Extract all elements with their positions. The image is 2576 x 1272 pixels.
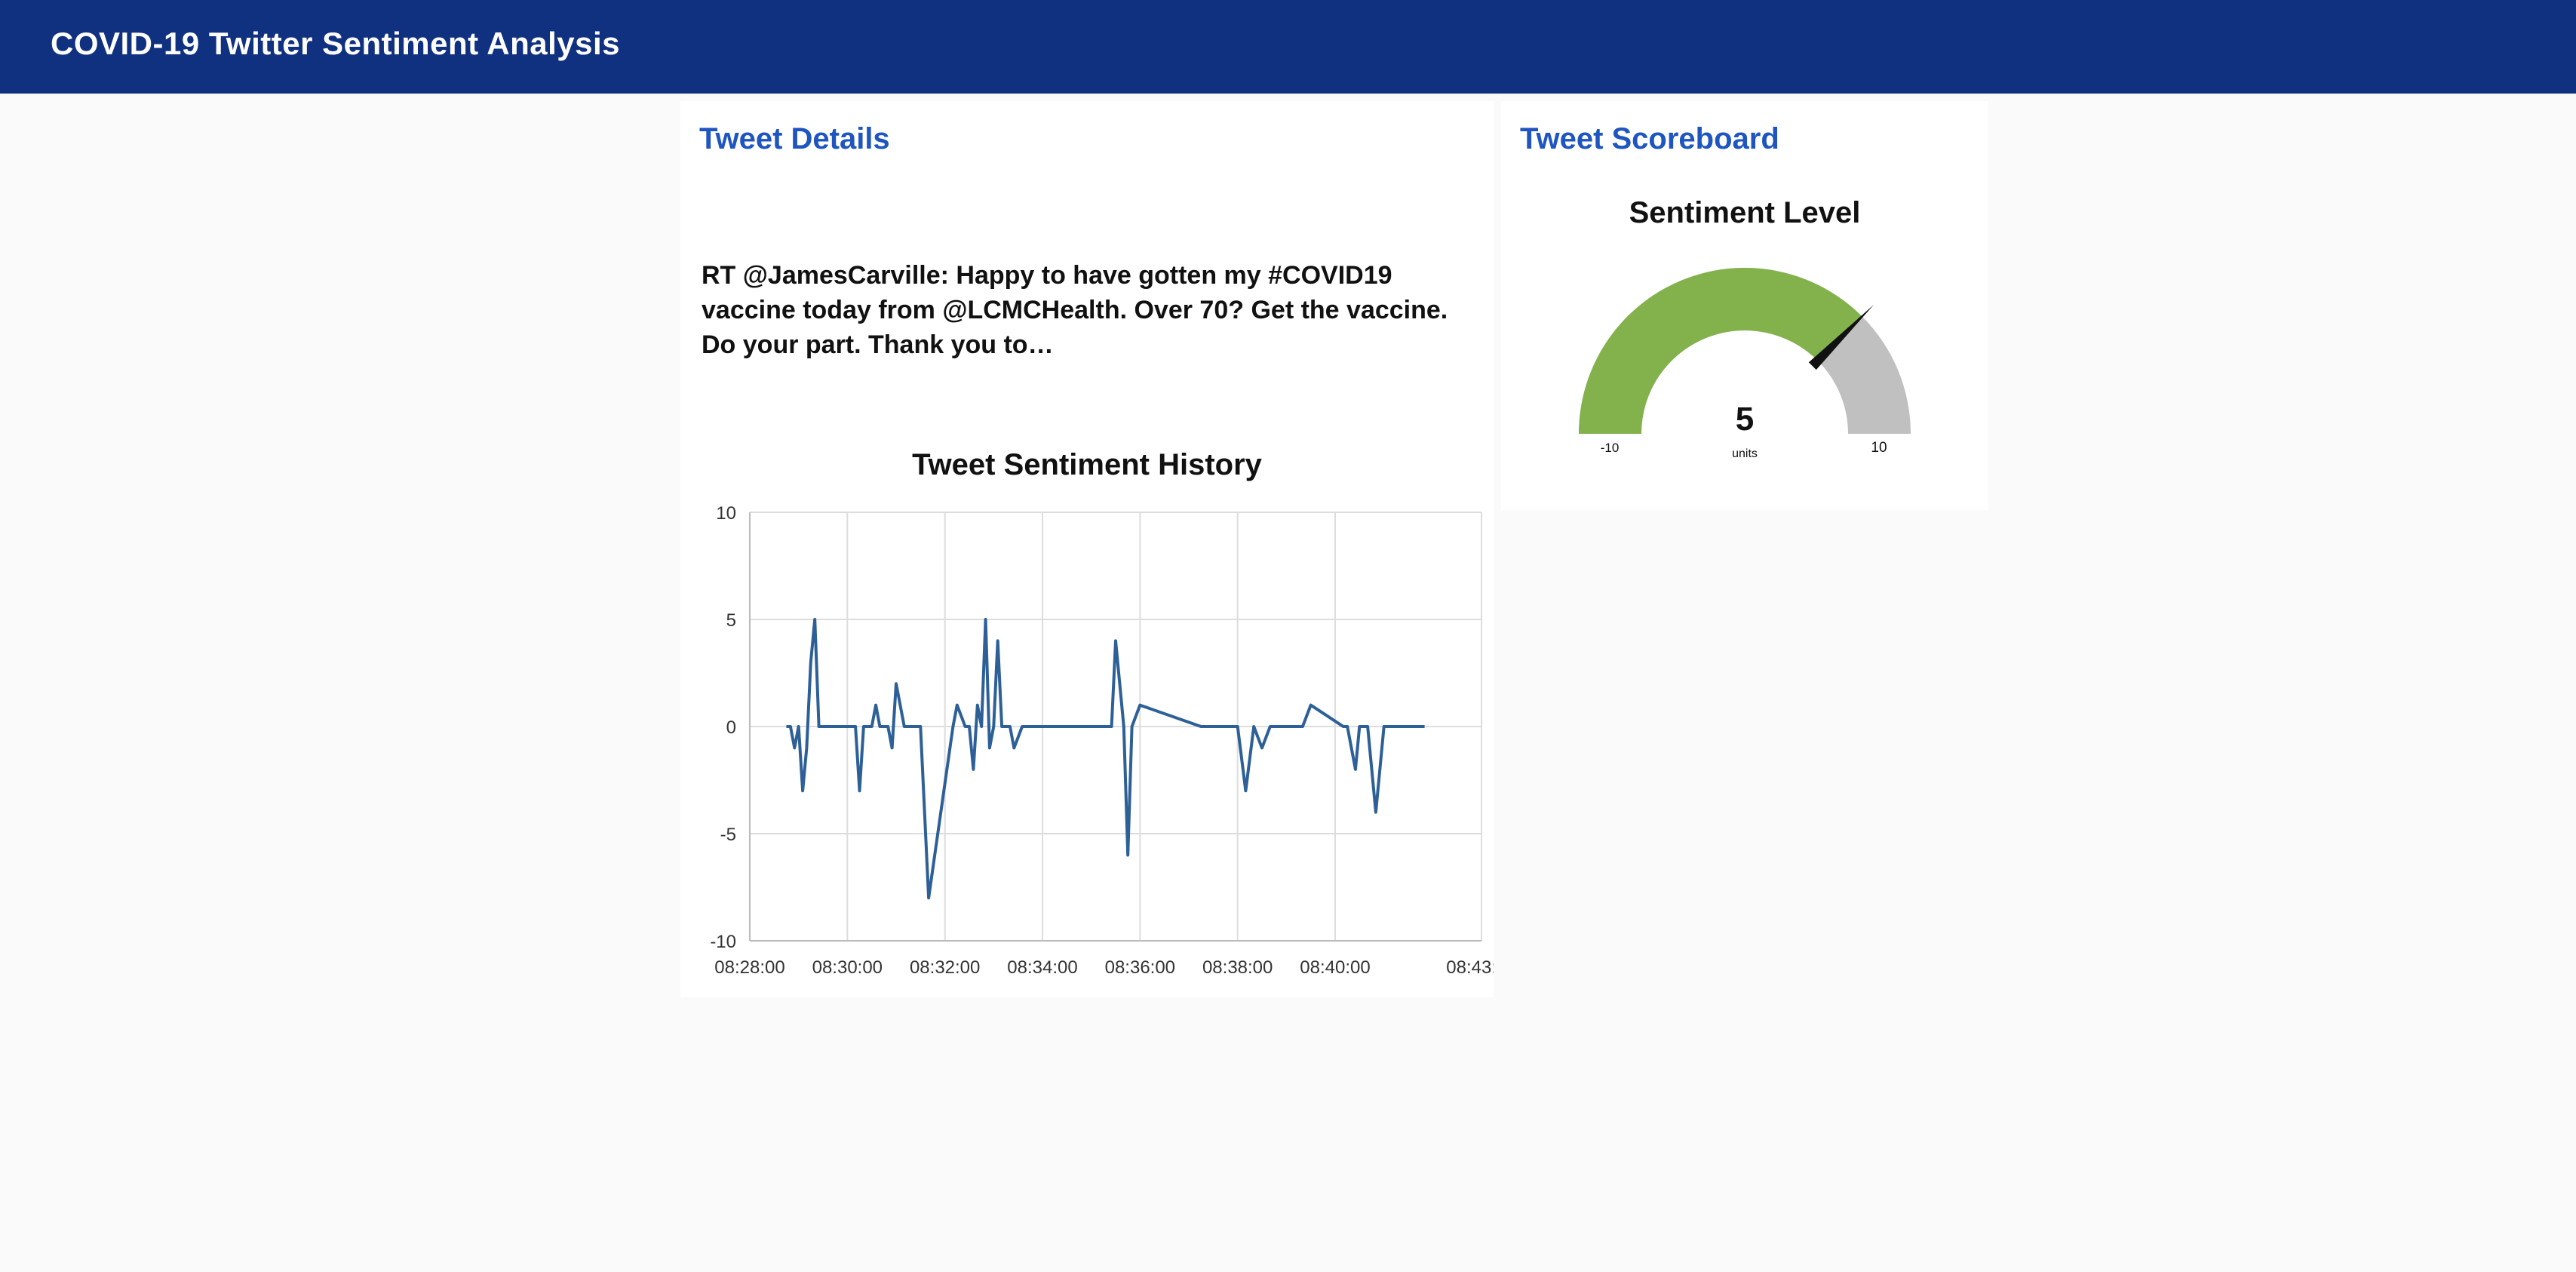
tweet-scoreboard-card: Tweet Scoreboard Sentiment Level 5 units…: [1501, 101, 1988, 510]
gauge-value-label: 5: [1736, 401, 1754, 438]
sentiment-series-line: [786, 618, 1425, 900]
gauge-units-label: units: [1732, 447, 1758, 460]
y-tick-label: 10: [716, 503, 736, 524]
sentiment-gauge: 5 units -10 10: [1579, 268, 1911, 460]
x-tick-label: 08:40:00: [1300, 957, 1370, 978]
x-tick-label: 08:28:00: [714, 957, 784, 978]
x-tick-label: 08:32:00: [910, 957, 980, 978]
x-tick-label: 08:38:00: [1202, 957, 1273, 978]
x-tick-label: 08:36:00: [1105, 957, 1175, 978]
gauge-value-arc: [1579, 268, 1862, 434]
header-bar: COVID-19 Twitter Sentiment Analysis: [0, 0, 2576, 94]
tweet-details-card: Tweet Details RT @JamesCarville: Happy t…: [680, 101, 1494, 997]
y-tick-label: 0: [726, 717, 736, 738]
x-tick-label: 08:34:00: [1007, 957, 1077, 978]
sentiment-history-chart: 10 5 0 -5 -10 08:28:00 08:30:00 08:32:00 08:34:0…: [710, 503, 1494, 978]
y-tick-label: 5: [726, 610, 736, 631]
y-tick-label: -10: [710, 932, 736, 952]
app-title: COVID-19 Twitter Sentiment Analysis: [51, 26, 621, 61]
x-tick-label: 08:30:00: [812, 957, 883, 978]
gauge-min-label: -10: [1601, 441, 1620, 455]
x-tick-label: 08:43:00: [1446, 957, 1494, 978]
y-tick-label: -5: [720, 825, 736, 845]
gauge-max-label: 10: [1871, 440, 1887, 456]
